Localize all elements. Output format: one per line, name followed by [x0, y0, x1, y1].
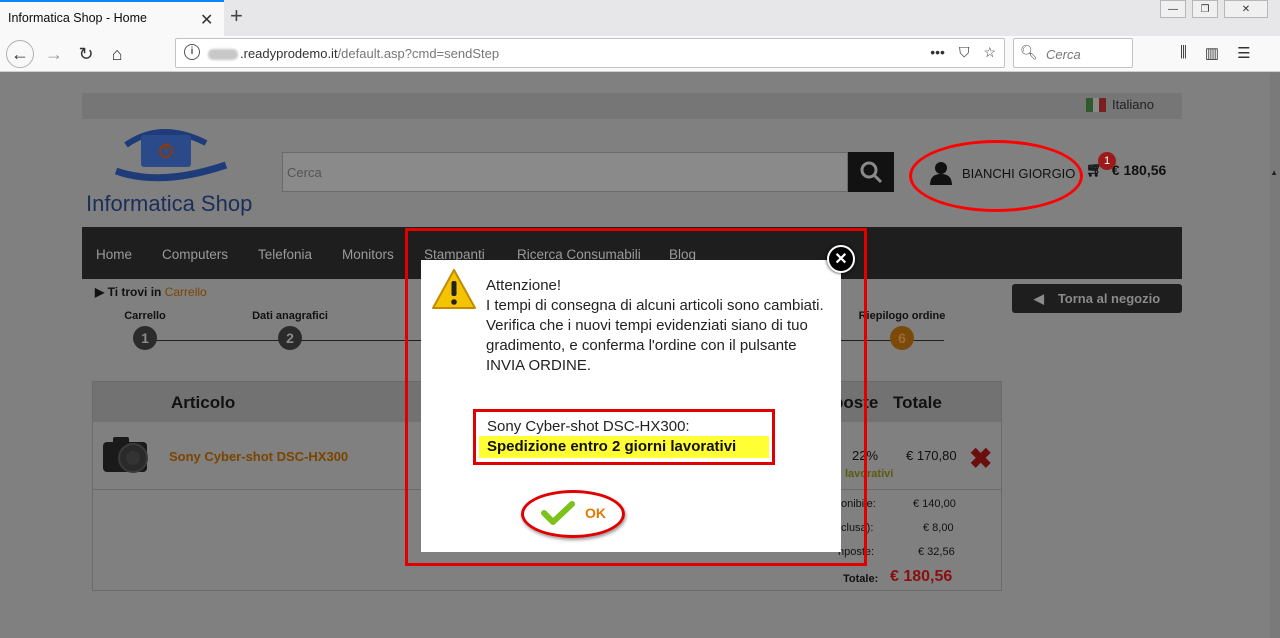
grand-total-label: Totale: — [843, 573, 879, 585]
modal-message: Attenzione! I tempi di consegna di alcun… — [486, 276, 826, 376]
library-icon[interactable]: ⫼ — [1180, 44, 1187, 62]
step-dati-anagrafici[interactable]: Dati anagrafici 2 — [242, 310, 338, 350]
logo-text: Informatica Shop — [86, 191, 253, 216]
modal-line: I tempi di consegna di alcuni articoli s… — [486, 297, 824, 314]
breadcrumb-link[interactable]: Carrello — [165, 285, 207, 299]
col-total: Totale — [893, 393, 942, 412]
step-label: Carrello — [124, 310, 166, 322]
magnifier-icon — [860, 161, 883, 184]
delivery-warning-dialog: Attenzione! I tempi di consegna di alcun… — [421, 260, 841, 552]
modal-product-shipping: Spedizione entro 2 giorni lavorativi — [479, 436, 769, 458]
bookmark-star-icon[interactable]: ☆ — [983, 44, 996, 61]
search-icon: 🔍︎ — [1020, 44, 1038, 60]
reload-icon[interactable]: ↻ — [72, 40, 100, 68]
new-tab-icon[interactable]: + — [230, 3, 243, 29]
close-tab-icon[interactable]: ✕ — [200, 10, 213, 30]
modal-title: Attenzione! — [486, 277, 562, 294]
grand-total-value: € 180,56 — [890, 568, 953, 585]
language-label: Italiano — [1112, 97, 1154, 112]
step-riepilogo-ordine[interactable]: Riepilogo ordine 6 — [852, 310, 952, 350]
back-to-shop-label: Torna al negozio — [1057, 291, 1161, 306]
step-number: 6 — [890, 326, 914, 350]
summary-value: € 32,56 — [918, 546, 955, 558]
camera-image — [103, 437, 148, 473]
step-label: Dati anagrafici — [252, 310, 328, 322]
scroll-up-icon[interactable]: ▲ — [1270, 168, 1278, 177]
forward-arrow-icon[interactable]: → — [40, 40, 68, 68]
summary-value: € 8,00 — [923, 522, 954, 534]
modal-product-name: Sony Cyber-shot DSC-HX300: — [487, 418, 690, 435]
delete-item-icon[interactable]: ✖ — [969, 442, 992, 475]
tab-title: Informatica Shop - Home — [8, 11, 147, 25]
sidebar-icon[interactable]: ▥ — [1205, 44, 1219, 62]
checkmark-icon — [541, 501, 575, 525]
breadcrumb-arrow-icon: ▶ — [95, 285, 105, 299]
browser-tab-bar: Informatica Shop - Home ✕ + — ❐ ✕ — [0, 0, 1280, 36]
italy-flag-icon — [1086, 97, 1107, 112]
hamburger-menu-icon[interactable]: ☰ — [1237, 44, 1250, 62]
url-text: .readyprodemo.it/default.asp?cmd=sendSte… — [208, 46, 499, 61]
browser-search-box[interactable]: 🔍︎ Cerca — [1013, 38, 1133, 68]
step-carrello[interactable]: Carrello 1 — [120, 310, 170, 350]
top-strip — [82, 93, 1182, 119]
ok-label: OK — [585, 505, 606, 521]
step-label: Riepilogo ordine — [858, 310, 946, 322]
maximize-icon[interactable]: ❐ — [1192, 0, 1218, 18]
menu-item-monitors[interactable]: Monitors — [342, 247, 394, 262]
laptop-logo-icon — [114, 129, 228, 182]
site-search-placeholder: Cerca — [287, 165, 322, 180]
col-article: Articolo — [171, 393, 236, 412]
product-highlight-box: Sony Cyber-shot DSC-HX300: Spedizione en… — [473, 409, 775, 465]
window-close-icon[interactable]: ✕ — [1224, 0, 1268, 18]
user-highlight-circle — [909, 140, 1083, 212]
page-scrollbar[interactable]: ▲ — [1270, 73, 1280, 638]
warning-icon — [432, 269, 476, 309]
cart-total: € 180,56 — [1111, 161, 1167, 178]
cart-count-badge: 1 — [1098, 152, 1116, 170]
minimize-icon[interactable]: — — [1160, 0, 1186, 18]
back-arrow-icon[interactable]: ← — [6, 40, 34, 68]
window-controls: — ❐ ✕ — [1160, 0, 1268, 18]
site-search-button[interactable] — [848, 152, 894, 192]
home-icon[interactable]: ⌂ — [103, 40, 131, 68]
step-number: 1 — [133, 326, 157, 350]
breadcrumb-prefix: Ti trovi in — [107, 285, 162, 299]
browser-navbar: ← → ↻ ⌂ i .readyprodemo.it/default.asp?c… — [0, 36, 1280, 72]
site-info-icon[interactable]: i — [184, 44, 200, 60]
item-name-link[interactable]: Sony Cyber-shot DSC-HX300 — [169, 449, 348, 464]
browser-search-placeholder: Cerca — [1046, 47, 1081, 62]
breadcrumb: ▶ Ti trovi in Carrello — [95, 285, 207, 299]
modal-close-icon[interactable]: ✕ — [827, 245, 855, 273]
modal-line: Verifica che i nuovi tempi evidenziati s… — [486, 317, 808, 374]
step-number: 2 — [278, 326, 302, 350]
browser-tab[interactable]: Informatica Shop - Home ✕ — [0, 0, 224, 36]
ok-button[interactable]: OK — [541, 500, 606, 526]
summary-value: € 140,00 — [913, 498, 956, 510]
site-search-input[interactable]: Cerca — [282, 152, 848, 192]
back-arrow-icon: ◀ — [1033, 290, 1044, 306]
back-to-shop-button[interactable]: ◀ Torna al negozio — [1012, 284, 1182, 313]
pocket-icon[interactable]: ⛉ — [959, 44, 970, 61]
menu-item-home[interactable]: Home — [96, 247, 132, 262]
language-selector[interactable]: Italiano — [1086, 97, 1154, 112]
menu-item-computers[interactable]: Computers — [162, 247, 228, 262]
address-bar[interactable]: i .readyprodemo.it/default.asp?cmd=sendS… — [175, 38, 1005, 68]
page-actions-icon[interactable]: ••• — [930, 44, 945, 61]
shop-logo[interactable]: Informatica Shop — [86, 125, 276, 216]
menu-item-telefonia[interactable]: Telefonia — [258, 247, 312, 262]
item-total: € 170,80 — [906, 448, 957, 463]
